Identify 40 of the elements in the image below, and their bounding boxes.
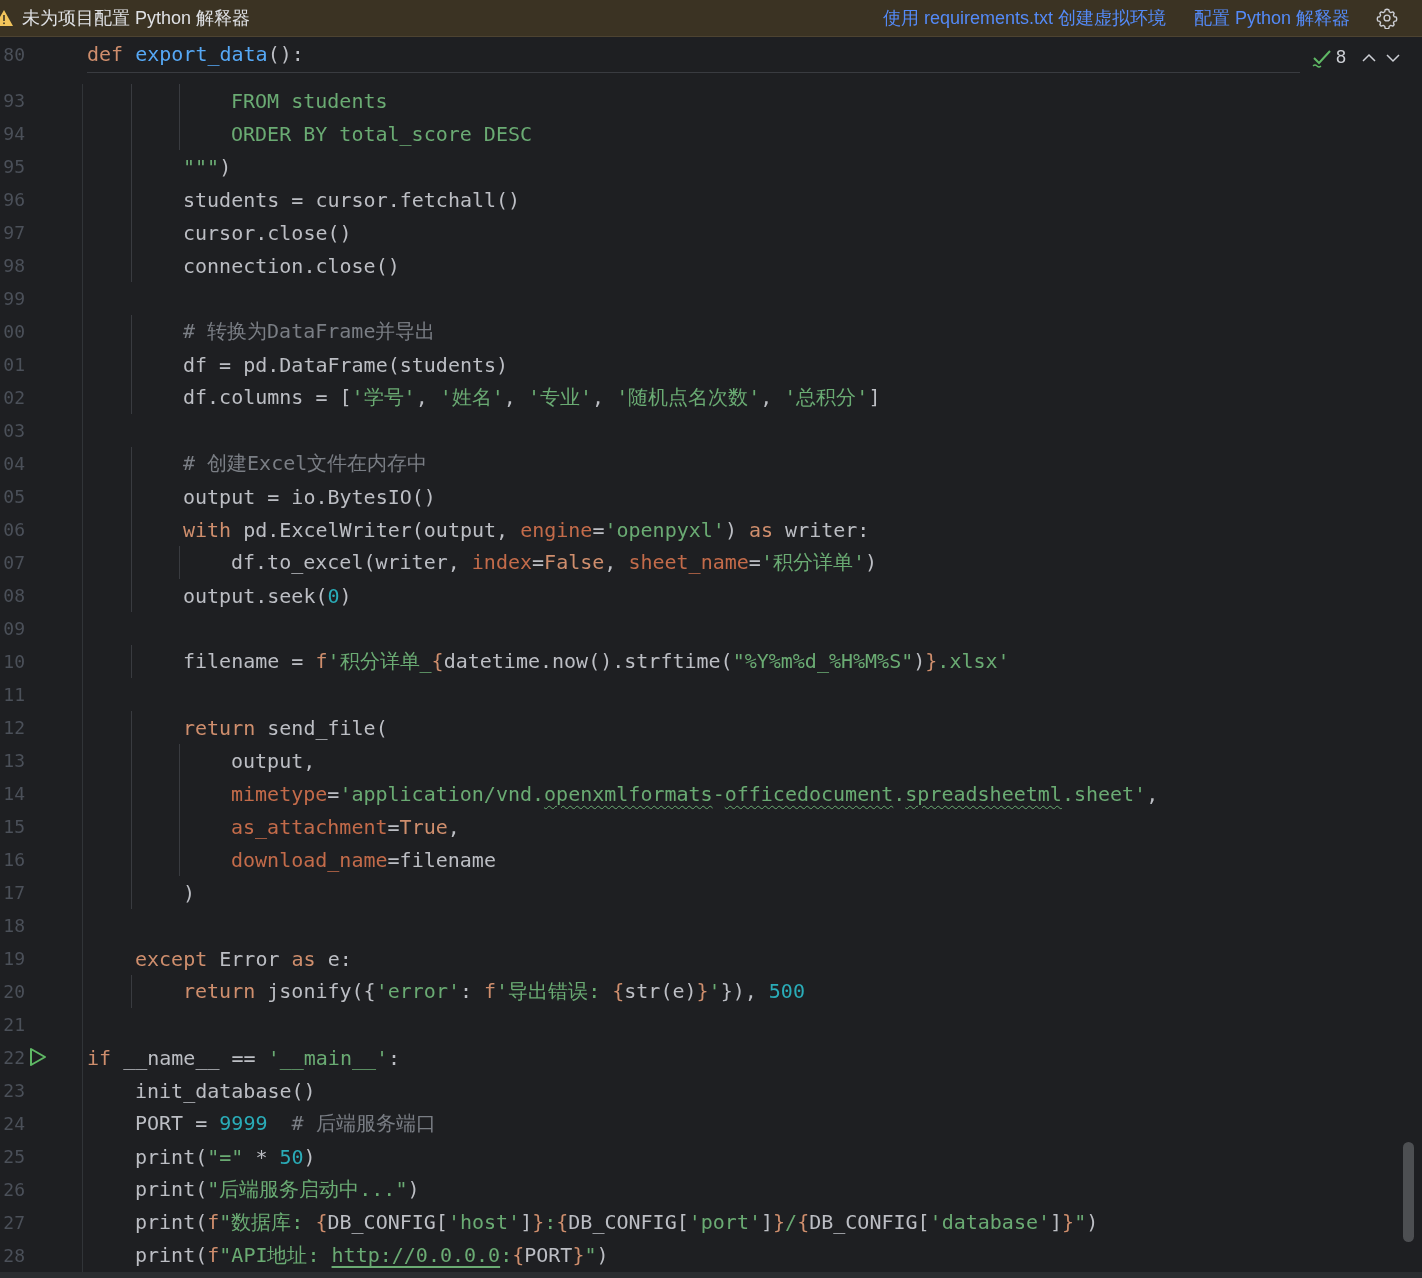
code-line: df.to_excel(writer, index=False, sheet_name='积分详单') [231, 549, 877, 576]
code-line: def export_data(): [87, 36, 1300, 73]
banner-link[interactable]: 配置 Python 解释器 [1193, 6, 1350, 30]
settings-icon[interactable] [1376, 7, 1398, 29]
code-line: output, [231, 748, 316, 773]
code-line: download_name=filename [231, 847, 496, 872]
code-line: except Error as e: [135, 946, 352, 971]
code-line: print("后端服务启动中...") [135, 1176, 420, 1203]
code-line: df = pd.DataFrame(students) [183, 352, 509, 377]
code-line: return send_file( [183, 715, 388, 740]
code-line: if __name__ == '__main__': [87, 1045, 401, 1070]
code-line: output.seek(0) [183, 583, 352, 608]
code-line: # 创建Excel文件在内存中 [183, 450, 428, 477]
code-line: students = cursor.fetchall() [183, 187, 521, 212]
code-line: return jsonify({'error': f'导出错误: {str(e)}'}), 500 [183, 978, 805, 1005]
code-line: print(f"数据库: {DB_CONFIG['host']}:{DB_CONFIG['port']}/{DB_CONFIG['database']}") [135, 1209, 1099, 1236]
code-line: mimetype='application/vnd.openxmlformats-officedocument.spreadsheetml.sheet', [231, 781, 1159, 806]
code-line: cursor.close() [183, 220, 352, 245]
run-icon[interactable] [29, 1047, 47, 1067]
chevron-up-icon[interactable] [1362, 52, 1376, 63]
code-line: as_attachment=True, [231, 814, 460, 839]
inspection-count: 8 [1336, 47, 1346, 68]
code-line: with pd.ExcelWriter(output, engine='openpyxl') as writer: [183, 517, 870, 542]
code-line: print(f"API地址: http://0.0.0.0:{PORT}") [135, 1242, 609, 1269]
code-line: init_database() [135, 1078, 316, 1103]
code-line: filename = f'积分详单_{datetime.now().strftime("%Y%m%d_%H%M%S")}.xlsx' [183, 648, 1010, 675]
code-line: output = io.BytesIO() [183, 484, 436, 509]
code-line: """) [183, 154, 232, 179]
code-line: PORT = 9999 # 后端服务端口 [135, 1110, 436, 1137]
banner-link[interactable]: 使用 requirements.txt 创建虚拟环境 [882, 6, 1166, 30]
scrollbar-thumb[interactable] [1403, 1142, 1414, 1242]
code-line: ) [183, 880, 196, 905]
code-line: df.columns = ['学号', '姓名', '专业', '随机点名次数', '总积分'] [183, 384, 881, 411]
code-line: FROM students [231, 88, 388, 113]
code-line: ORDER BY total_score DESC [231, 121, 533, 146]
banner-message: 未为项目配置 Python 解释器 [22, 7, 251, 30]
code-line: print("=" * 50) [135, 1144, 316, 1169]
code-line: # 转换为DataFrame并导出 [183, 318, 436, 345]
chevron-down-icon[interactable] [1386, 52, 1400, 63]
code-line: connection.close() [183, 253, 400, 278]
